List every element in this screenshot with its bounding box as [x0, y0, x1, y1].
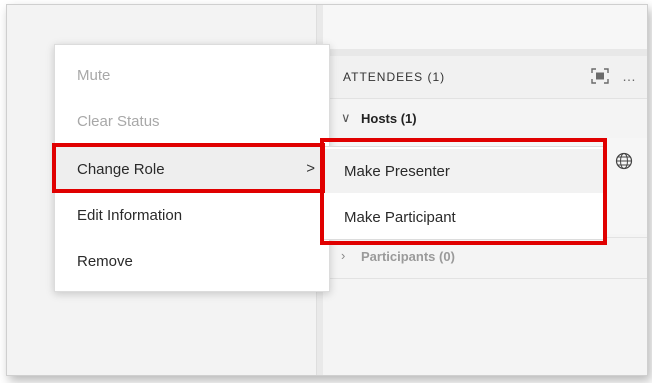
submenu-item-label: Make Presenter [344, 163, 450, 180]
panel-top-area [323, 5, 647, 49]
menu-item-label: Change Role [77, 161, 165, 178]
context-menu: Mute Clear Status Change Role > Edit Inf… [54, 44, 330, 292]
panel-header-bar [323, 49, 647, 56]
app-window: ATTENDEES (1) … ∨ Hosts (1) › Participan… [6, 4, 648, 376]
menu-item-change-role[interactable]: Change Role > [55, 147, 329, 193]
attendees-title: ATTENDEES (1) [343, 70, 446, 84]
fullscreen-icon[interactable] [591, 68, 609, 84]
submenu-item-make-participant[interactable]: Make Participant [324, 195, 604, 239]
menu-item-edit-information[interactable]: Edit Information [55, 193, 329, 239]
chevron-down-icon: ∨ [341, 110, 351, 125]
menu-item-label: Clear Status [77, 113, 160, 130]
globe-icon [615, 152, 633, 170]
more-icon[interactable]: … [622, 68, 637, 84]
attendees-header: ATTENDEES (1) … [323, 56, 647, 99]
submenu-item-make-presenter[interactable]: Make Presenter [324, 149, 604, 193]
menu-item-remove[interactable]: Remove [55, 239, 329, 285]
participants-label: Participants (0) [361, 249, 455, 264]
hosts-group-row[interactable]: ∨ Hosts (1) [323, 100, 647, 138]
hosts-label: Hosts (1) [361, 111, 417, 126]
menu-item-mute: Mute [55, 53, 329, 99]
menu-item-label: Remove [77, 253, 133, 270]
menu-item-label: Mute [77, 67, 111, 84]
submenu-item-label: Make Participant [344, 209, 456, 226]
chevron-right-icon: › [341, 248, 346, 263]
change-role-submenu: Make Presenter Make Participant [323, 146, 605, 240]
chevron-right-icon: > [306, 160, 315, 177]
participants-group-row[interactable]: › Participants (0) [323, 237, 647, 279]
menu-item-clear-status: Clear Status [55, 99, 329, 145]
menu-item-label: Edit Information [77, 207, 183, 224]
